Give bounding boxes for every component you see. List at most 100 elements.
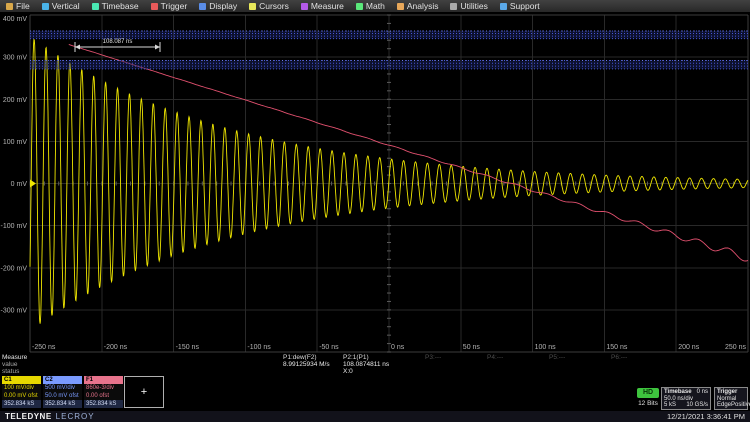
menu-item-label: Trigger — [161, 0, 188, 13]
scope-grid[interactable]: 108.087 ns 400 mV 300 mV 200 mV 100 mV 0 mV -1… — [0, 13, 750, 354]
menu-item-label: Utilities — [460, 0, 487, 13]
menu-measure[interactable]: Measure — [301, 0, 344, 13]
zoom-preview[interactable]: + — [124, 376, 164, 408]
channel-offset: 0.00 mV ofst — [2, 392, 41, 400]
x-axis-label: -150 ns — [176, 344, 200, 351]
channel-descriptor-c1[interactable]: C1100 mV/div0.00 mV ofst352.834 kS — [2, 376, 41, 408]
cursors-icon — [249, 3, 256, 10]
timebase-descriptor[interactable]: Timebase 0 ns 50.0 ns/div 5 kS 10 GS/s — [661, 387, 711, 410]
y-axis-label: 0 mV — [11, 181, 28, 188]
measure-table: Measure P1:dew(F2) P2:1(P1) P3:--- P4:--- P5:… — [0, 354, 750, 375]
trigger-descriptor[interactable]: Trigger Normal Edge Positive — [714, 387, 748, 410]
measure-name-p3[interactable]: P3:--- — [425, 354, 441, 361]
waveform-display[interactable]: 108.087 ns 400 mV 300 mV 200 mV 100 mV 0 mV -1… — [0, 13, 750, 354]
x-axis-label: 250 ns — [725, 344, 747, 351]
channel-id: C2 — [43, 376, 82, 384]
brand-logo: TELEDYNE LECROY — [5, 412, 95, 421]
c1-zero-marker — [30, 180, 36, 188]
oscilloscope-app: { "menu": {"items": [ {"label":"File","i… — [0, 0, 750, 422]
datetime-label: 12/21/2021 3:36:41 PM — [667, 412, 745, 421]
channel-samples: 352.834 kS — [2, 400, 41, 408]
analysis-icon — [397, 3, 404, 10]
measure-name-p2[interactable]: P2:1(P1) — [343, 354, 369, 361]
timebase-samples: 5 kS — [664, 402, 676, 409]
channel-scale: 500 mV/div — [43, 384, 82, 392]
menu-math[interactable]: Math — [356, 0, 385, 13]
f1-trace — [69, 44, 748, 261]
menu-item-label: Timebase — [102, 0, 139, 13]
vertical-icon — [42, 3, 49, 10]
y-axis-label: 300 mV — [3, 55, 27, 62]
hd-badge: HD — [637, 388, 659, 398]
menu-timebase[interactable]: Timebase — [92, 0, 139, 13]
measure-row-label: Measure — [2, 354, 27, 361]
resolution-label: 12 Bits — [632, 400, 664, 407]
x-axis-label: 0 ns — [391, 344, 405, 351]
measure-value-p1: 8.99125934 M/s — [283, 361, 330, 368]
menu-item-label: Math — [366, 0, 385, 13]
brand-teledyne: TELEDYNE — [5, 412, 52, 421]
channel-descriptors: C1100 mV/div0.00 mV ofst352.834 kSC2500 … — [2, 376, 123, 408]
x-axis-label: -200 ns — [104, 344, 128, 351]
status-bar: TELEDYNE LECROY 12/21/2021 3:36:41 PM — [0, 411, 750, 422]
menu-item-label: Cursors — [259, 0, 289, 13]
channel-id: F1 — [84, 376, 123, 384]
x-axis-label: -250 ns — [32, 344, 56, 351]
math-icon — [356, 3, 363, 10]
channel-scale: 100 mV/div — [2, 384, 41, 392]
y-axis-label: -300 mV — [1, 307, 28, 314]
menu-item-label: Measure — [311, 0, 344, 13]
measure-name-p6[interactable]: P6:--- — [611, 354, 627, 361]
support-icon — [500, 3, 507, 10]
measure-name-p5[interactable]: P5:--- — [549, 354, 565, 361]
measure-row-value: value8.99125934 M/s108.0874811 ns — [0, 361, 750, 368]
trigger-kind: Edge — [717, 402, 731, 409]
menu-file[interactable]: File — [6, 0, 30, 13]
menu-item-label: Analysis — [407, 0, 439, 13]
menu-display[interactable]: Display — [199, 0, 237, 13]
menu-item-label: File — [16, 0, 30, 13]
channel-samples: 352.834 kS — [84, 400, 123, 408]
y-axis-label: 400 mV — [3, 16, 27, 23]
timebase-rate: 10 GS/s — [686, 402, 708, 409]
measure-row-name: Measure P1:dew(F2) P2:1(P1) P3:--- P4:--- P5:… — [0, 354, 750, 361]
menu-support[interactable]: Support — [500, 0, 540, 13]
x-axis-label: 150 ns — [606, 344, 628, 351]
menu-utilities[interactable]: Utilities — [450, 0, 487, 13]
channel-descriptor-c2[interactable]: C2500 mV/div50.0 mV ofst352.834 kS — [43, 376, 82, 408]
channel-id: C1 — [2, 376, 41, 384]
y-axis-label: 100 mV — [3, 139, 27, 146]
menu-item-label: Display — [209, 0, 237, 13]
measure-status-p2: X:0 — [343, 368, 353, 375]
menu-vertical[interactable]: Vertical — [42, 0, 80, 13]
annotation-arrow — [155, 45, 160, 50]
trigger-icon — [151, 3, 158, 10]
timebase-position: 0 ns — [697, 389, 708, 396]
measure-name-p4[interactable]: P4:--- — [487, 354, 503, 361]
measure-name-p1[interactable]: P1:dew(F2) — [283, 354, 317, 361]
measure-icon — [301, 3, 308, 10]
c2-trace-band — [30, 31, 748, 39]
menu-bar: File Vertical Timebase Trigger Display Cursor… — [0, 0, 750, 13]
utilities-icon — [450, 3, 457, 10]
channel-scale: 860e-3/div — [84, 384, 123, 392]
channel-descriptor-f1[interactable]: F1860e-3/div0.00 ofst352.834 kS — [84, 376, 123, 408]
x-axis-label: 200 ns — [678, 344, 700, 351]
menu-item-label: Vertical — [52, 0, 80, 13]
brand-lecroy: LECROY — [56, 412, 95, 421]
menu-trigger[interactable]: Trigger — [151, 0, 188, 13]
channel-offset: 0.00 ofst — [84, 392, 123, 400]
channel-offset: 50.0 mV ofst — [43, 392, 82, 400]
c2-trace-band — [30, 60, 748, 68]
measure-value-p2: 108.0874811 ns — [343, 361, 389, 368]
measure-row-status: statusX:0 — [0, 368, 750, 375]
file-icon — [6, 3, 13, 10]
x-axis-label: 50 ns — [463, 344, 481, 351]
annotation-label: 108.087 ns — [103, 39, 133, 45]
crosshair-icon: + — [141, 386, 147, 398]
y-axis-label: -200 mV — [1, 265, 28, 272]
annotation-arrow — [75, 45, 80, 50]
menu-analysis[interactable]: Analysis — [397, 0, 439, 13]
y-axis-label: 200 mV — [3, 97, 27, 104]
menu-cursors[interactable]: Cursors — [249, 0, 289, 13]
